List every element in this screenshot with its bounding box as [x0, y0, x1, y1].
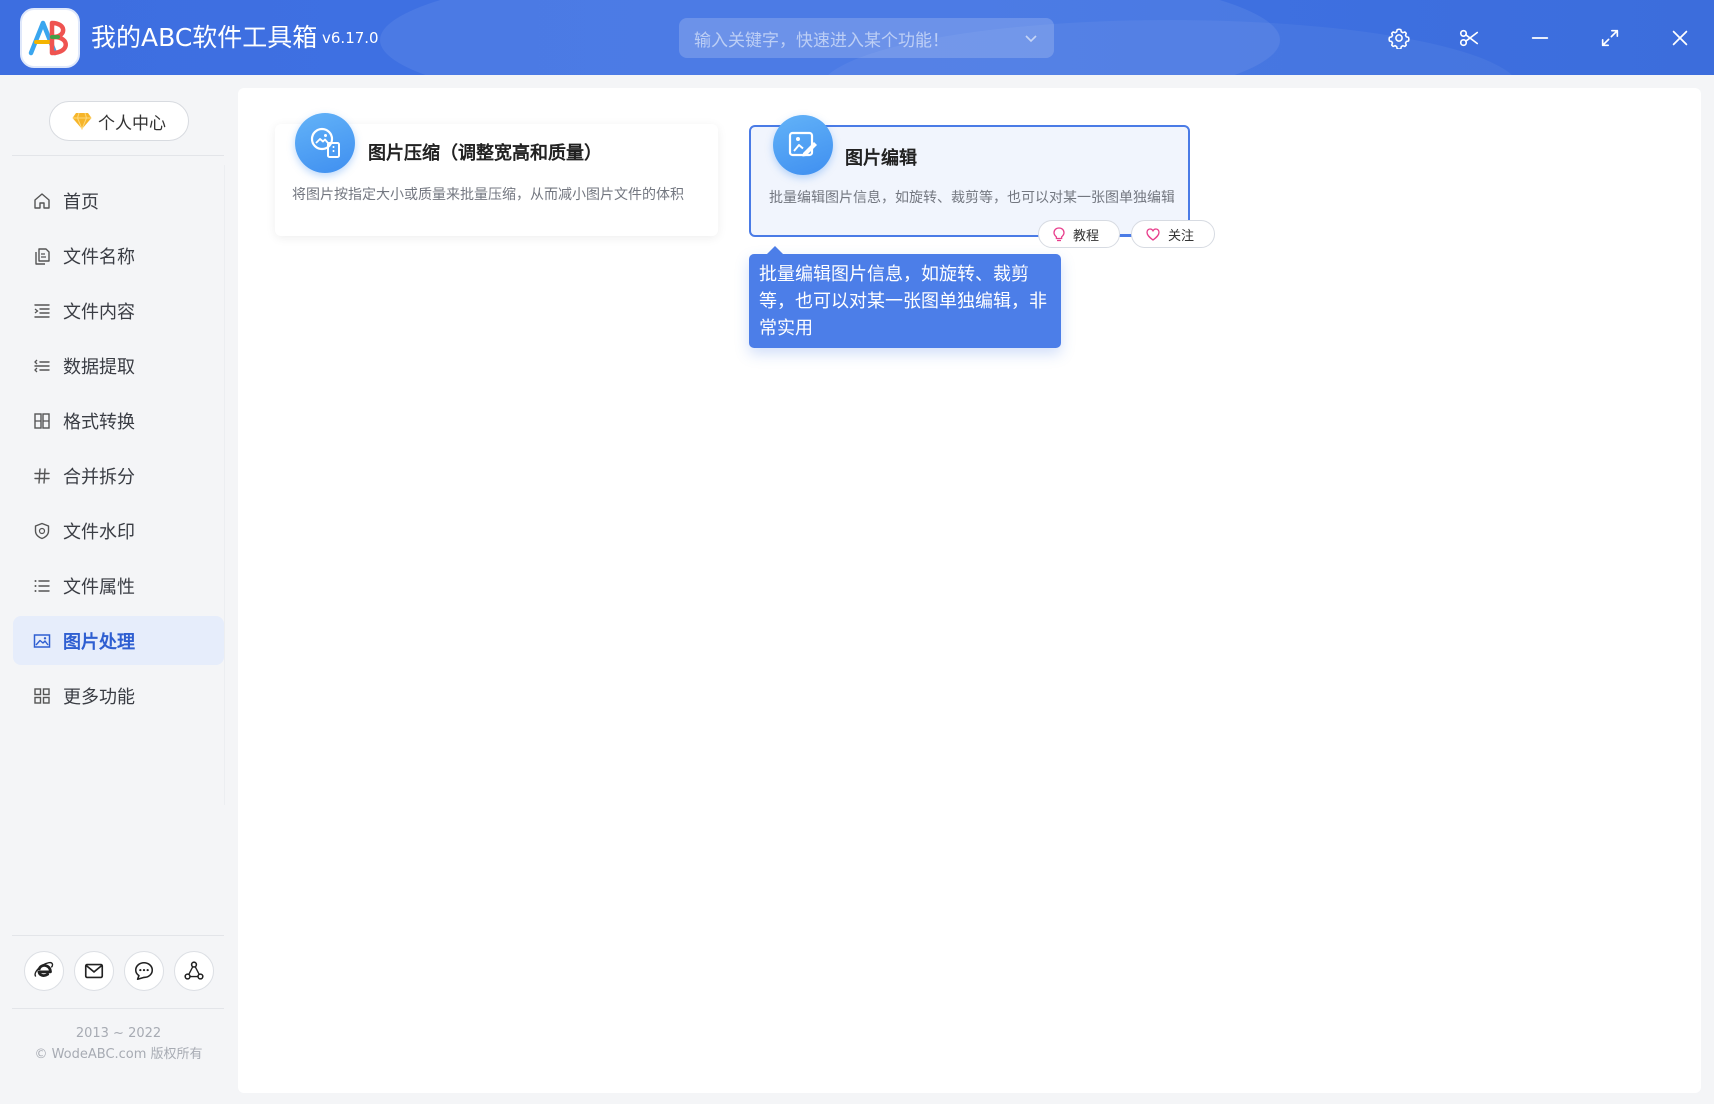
sidebar-item-label: 首页 — [63, 191, 99, 213]
chat-button[interactable] — [124, 951, 164, 991]
sidebar-item-label: 数据提取 — [63, 356, 135, 378]
sidebar-item-label: 更多功能 — [63, 686, 135, 708]
card-title: 图片压缩（调整宽高和质量） — [368, 143, 602, 164]
follow-label: 关注 — [1168, 228, 1195, 244]
search-placeholder: 输入关键字，快速进入某个功能！ — [694, 30, 949, 51]
maximize-button[interactable] — [1594, 22, 1626, 54]
convert-grid-icon — [34, 412, 50, 429]
copyright-text: © WodeABC.com 版权所有 — [34, 1047, 203, 1062]
mail-icon — [84, 963, 104, 979]
card-title: 图片编辑 — [845, 148, 917, 169]
sidebar-item-file-name[interactable]: 文件名称 — [13, 231, 224, 280]
divider — [12, 935, 224, 936]
card-description: 将图片按指定大小或质量来批量压缩，从而减小图片文件的体积 — [292, 187, 684, 203]
scissors-icon — [1459, 29, 1479, 47]
diamond-icon — [72, 112, 92, 130]
sidebar-nav: 首页 文件名称 文件内容 数据提取 格式转换 合并拆分 文件水印 文件属性 图片… — [13, 176, 224, 726]
app-version: v6.17.0 — [322, 29, 379, 47]
sidebar-item-home[interactable]: 首页 — [13, 176, 224, 225]
share-button[interactable] — [174, 951, 214, 991]
tutorial-label: 教程 — [1073, 228, 1100, 244]
logo-ab-icon — [28, 20, 68, 56]
card-icon-badge — [295, 113, 355, 173]
follow-button[interactable]: 关注 — [1131, 220, 1215, 248]
minimize-icon — [1531, 37, 1549, 39]
settings-icon — [1388, 28, 1410, 49]
sidebar-item-more-features[interactable]: 更多功能 — [13, 671, 224, 720]
image-edit-icon — [788, 131, 817, 157]
title-bar: 我的ABC软件工具箱 v6.17.0 输入关键字，快速进入某个功能！ — [0, 0, 1714, 75]
sidebar-item-label: 文件水印 — [63, 521, 135, 543]
app-logo — [20, 8, 80, 68]
sidebar-footer-icons — [24, 951, 214, 991]
home-icon — [34, 192, 50, 209]
card-description: 批量编辑图片信息，如旋转、裁剪等，也可以对某一张图单独编辑 — [769, 190, 1174, 206]
ie-browser-button[interactable] — [24, 951, 64, 991]
chevron-down-icon[interactable] — [1023, 30, 1039, 46]
sidebar-item-file-properties[interactable]: 文件属性 — [13, 561, 224, 610]
mail-button[interactable] — [74, 951, 114, 991]
card-tooltip: 批量编辑图片信息，如旋转、裁剪等，也可以对某一张图单独编辑，非常实用 — [749, 246, 1061, 348]
divider — [12, 1008, 224, 1009]
sidebar: 个人中心 首页 文件名称 文件内容 数据提取 格式转换 合并拆分 文件水印 文件… — [0, 75, 237, 1104]
settings-button[interactable] — [1383, 22, 1415, 54]
app-title: 我的ABC软件工具箱 — [91, 23, 318, 52]
share-nodes-icon — [184, 961, 204, 980]
close-button[interactable] — [1664, 22, 1696, 54]
sidebar-item-label: 文件属性 — [63, 576, 135, 598]
shield-icon — [34, 522, 50, 539]
screenshot-button[interactable] — [1453, 22, 1485, 54]
sidebar-item-label: 格式转换 — [63, 411, 135, 433]
sidebar-item-data-extract[interactable]: 数据提取 — [13, 341, 224, 390]
divider — [12, 155, 224, 156]
sidebar-item-file-content[interactable]: 文件内容 — [13, 286, 224, 335]
sidebar-item-label: 合并拆分 — [63, 466, 135, 488]
image-icon — [33, 633, 51, 648]
sidebar-item-label: 文件名称 — [63, 246, 135, 268]
search-input[interactable]: 输入关键字，快速进入某个功能！ — [679, 18, 1054, 58]
indent-list-icon — [34, 303, 50, 318]
list-icon — [34, 579, 50, 592]
sidebar-item-merge-split[interactable]: 合并拆分 — [13, 451, 224, 500]
maximize-icon — [1601, 29, 1619, 47]
ie-browser-icon — [34, 961, 54, 977]
heart-icon — [1146, 227, 1160, 241]
sidebar-item-format-convert[interactable]: 格式转换 — [13, 396, 224, 445]
main-content: 图片压缩（调整宽高和质量） 将图片按指定大小或质量来批量压缩，从而减小图片文件的… — [238, 88, 1701, 1093]
feature-card-image-compress[interactable]: 图片压缩（调整宽高和质量） 将图片按指定大小或质量来批量压缩，从而减小图片文件的… — [275, 113, 718, 236]
feature-card-image-edit[interactable]: 图片编辑 批量编辑图片信息，如旋转、裁剪等，也可以对某一张图单独编辑 — [749, 115, 1190, 237]
personal-center-button[interactable]: 个人中心 — [49, 101, 189, 141]
personal-center-label: 个人中心 — [98, 113, 166, 134]
chat-bubble-icon — [134, 961, 154, 981]
extract-arrows-icon — [34, 359, 50, 372]
image-compress-icon — [310, 127, 340, 158]
lightbulb-icon — [1053, 226, 1065, 241]
copyright-years: 2013 ~ 2022 — [75, 1026, 162, 1041]
sidebar-item-watermark[interactable]: 文件水印 — [13, 506, 224, 555]
sidebar-item-label: 文件内容 — [63, 301, 135, 323]
card-icon-badge — [773, 115, 833, 175]
close-icon — [1672, 30, 1688, 46]
copyright: 2013 ~ 2022 © WodeABC.com 版权所有 — [0, 1023, 237, 1065]
sidebar-item-label: 图片处理 — [63, 631, 135, 653]
tutorial-button[interactable]: 教程 — [1038, 220, 1120, 248]
tooltip-text: 批量编辑图片信息，如旋转、裁剪等，也可以对某一张图单独编辑，非常实用 — [759, 264, 1047, 339]
file-copy-icon — [35, 247, 50, 265]
sidebar-item-image-processing[interactable]: 图片处理 — [13, 616, 224, 665]
minimize-button[interactable] — [1524, 22, 1556, 54]
apps-grid-icon — [34, 687, 50, 704]
divider — [224, 165, 225, 805]
hash-icon — [34, 467, 50, 484]
